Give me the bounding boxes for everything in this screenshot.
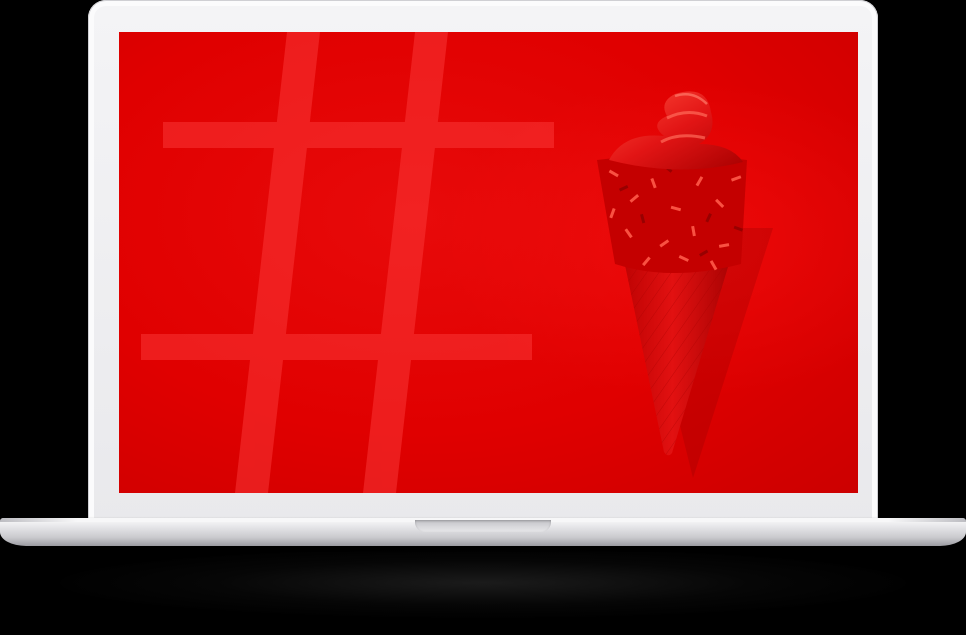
product-mockup <box>0 0 966 635</box>
floor-shadow <box>60 548 906 618</box>
laptop-screen <box>119 32 858 493</box>
screen-artwork <box>119 32 858 493</box>
laptop-opening-notch <box>415 520 551 532</box>
